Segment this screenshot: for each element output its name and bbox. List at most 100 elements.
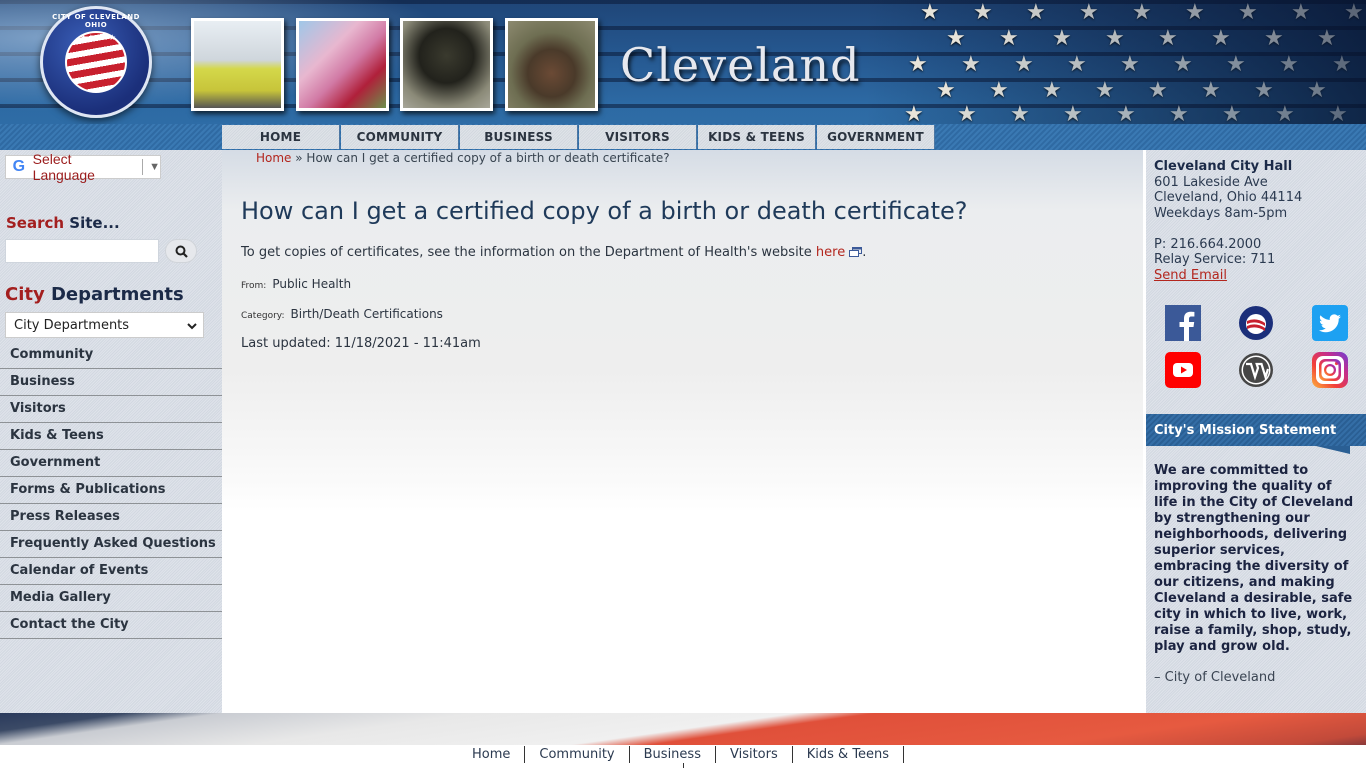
footer-link-home[interactable]: Home bbox=[458, 746, 526, 763]
search-button[interactable] bbox=[165, 239, 197, 263]
last-updated: Last updated: 11/18/2021 - 11:41am bbox=[241, 336, 481, 351]
star-icon: ★ bbox=[908, 52, 928, 77]
star-icon: ★ bbox=[1226, 52, 1246, 77]
seal-stars: ★★★★★ bbox=[80, 33, 116, 42]
star-icon: ★ bbox=[1317, 26, 1337, 51]
footer-divider bbox=[683, 763, 684, 768]
top-nav-visitors[interactable]: VISITORS bbox=[579, 125, 697, 149]
contact-spacer bbox=[1154, 221, 1302, 237]
from-label: From: bbox=[241, 281, 267, 291]
header-stars: ★ ★ ★ ★ ★ ★ ★ ★ ★ ★ ★ ★ ★ ★ ★ ★ ★ ★ ★ ★ ★ ★ ★ ★ ★ ★ ★ ★ ★ ★ ★ ★ ★ ★ ★ ★ ★ ★ ★ ★… bbox=[900, 0, 1366, 127]
contact-block: Cleveland City Hall 601 Lakeside Ave Cle… bbox=[1154, 159, 1302, 283]
star-icon: ★ bbox=[999, 26, 1019, 51]
sidebar-item-community[interactable]: Community bbox=[0, 342, 222, 369]
footer-link-community[interactable]: Community bbox=[525, 746, 630, 763]
star-icon: ★ bbox=[1026, 0, 1046, 25]
star-icon: ★ bbox=[1014, 52, 1034, 77]
sidebar-item-faq[interactable]: Frequently Asked Questions bbox=[0, 531, 222, 558]
star-icon: ★ bbox=[1238, 0, 1258, 25]
search-icon bbox=[175, 245, 188, 258]
sidebar-item-kids-teens[interactable]: Kids & Teens bbox=[0, 423, 222, 450]
page-title: How can I get a certified copy of a birt… bbox=[241, 197, 968, 225]
google-icon: G bbox=[12, 158, 26, 175]
sidebar-item-government[interactable]: Government bbox=[0, 450, 222, 477]
language-selector[interactable]: G Select Language ▼ bbox=[5, 151, 161, 183]
footer-link-visitors[interactable]: Visitors bbox=[716, 746, 793, 763]
health-website-link[interactable]: here bbox=[816, 245, 845, 260]
wordpress-icon[interactable] bbox=[1238, 352, 1274, 388]
youtube-icon[interactable] bbox=[1165, 352, 1201, 388]
sidebar-nav: Community Business Visitors Kids & Teens… bbox=[0, 342, 222, 639]
star-icon: ★ bbox=[1052, 26, 1072, 51]
top-nav-business[interactable]: BUSINESS bbox=[460, 125, 578, 149]
star-icon: ★ bbox=[946, 26, 966, 51]
sidebar-item-media-gallery[interactable]: Media Gallery bbox=[0, 585, 222, 612]
top-nav-home[interactable]: HOME bbox=[222, 125, 340, 149]
star-icon: ★ bbox=[1185, 0, 1205, 25]
sidebar-item-calendar[interactable]: Calendar of Events bbox=[0, 558, 222, 585]
contact-address-1: 601 Lakeside Ave bbox=[1154, 174, 1268, 190]
seal-text: CITY OF CLEVELAND OHIO bbox=[52, 13, 140, 29]
top-nav-community[interactable]: COMMUNITY bbox=[341, 125, 459, 149]
site-header: ★ ★ ★ ★ ★ ★ ★ ★ ★ ★ ★ ★ ★ ★ ★ ★ ★ ★ ★ ★ ★ ★ ★ ★ ★ ★ ★ ★ ★ ★ ★ ★ ★ ★ ★ ★ ★ ★ ★ ★… bbox=[0, 0, 1366, 150]
sidebar-item-press-releases[interactable]: Press Releases bbox=[0, 504, 222, 531]
search-heading-accent: Search bbox=[6, 214, 65, 232]
star-icon: ★ bbox=[1264, 26, 1284, 51]
star-icon: ★ bbox=[989, 78, 1009, 103]
language-divider bbox=[142, 159, 144, 175]
firefighter-ladder-photo bbox=[400, 18, 493, 111]
breadcrumb-home-link[interactable]: Home bbox=[256, 151, 291, 165]
star-icon: ★ bbox=[961, 52, 981, 77]
sidebar-item-forms-publications[interactable]: Forms & Publications bbox=[0, 477, 222, 504]
top-nav-kids-teens[interactable]: KIDS & TEENS bbox=[698, 125, 816, 149]
star-icon: ★ bbox=[1063, 102, 1083, 127]
site-title[interactable]: Cleveland bbox=[620, 38, 861, 92]
star-icon: ★ bbox=[1010, 102, 1030, 127]
answer-text: To get copies of certificates, see the i… bbox=[241, 245, 866, 260]
star-icon: ★ bbox=[1120, 52, 1140, 77]
contact-phone: P: 216.664.2000 bbox=[1154, 236, 1262, 252]
city-seal-logo[interactable]: CITY OF CLEVELAND OHIO ★★★★★ bbox=[40, 6, 152, 118]
star-icon: ★ bbox=[1169, 102, 1189, 127]
firefighter-portrait-photo bbox=[505, 18, 598, 111]
dropdown-arrow-icon: ▼ bbox=[149, 161, 160, 173]
star-icon: ★ bbox=[1279, 52, 1299, 77]
sidebar-item-visitors[interactable]: Visitors bbox=[0, 396, 222, 423]
footer-flag-banner bbox=[0, 713, 1366, 745]
star-icon: ★ bbox=[1291, 0, 1311, 25]
chevron-down-icon bbox=[187, 323, 197, 330]
contact-name: Cleveland City Hall bbox=[1154, 159, 1293, 174]
instagram-icon[interactable] bbox=[1312, 352, 1348, 388]
city-seal-icon[interactable] bbox=[1238, 305, 1274, 341]
search-heading-rest: Site... bbox=[64, 214, 120, 232]
facebook-icon[interactable] bbox=[1165, 305, 1201, 341]
star-icon: ★ bbox=[1254, 78, 1274, 103]
external-link-icon[interactable] bbox=[849, 247, 863, 257]
star-icon: ★ bbox=[973, 0, 993, 25]
top-nav: HOME COMMUNITY BUSINESS VISITORS KIDS & … bbox=[222, 125, 936, 149]
search-heading: Search Site... bbox=[6, 214, 120, 232]
star-icon: ★ bbox=[1158, 26, 1178, 51]
departments-select[interactable]: City Departments bbox=[5, 312, 204, 338]
twitter-icon[interactable] bbox=[1312, 305, 1348, 341]
language-label: Select Language bbox=[32, 151, 95, 183]
contact-relay: Relay Service: 711 bbox=[1154, 252, 1276, 267]
departments-heading: City Departments bbox=[5, 284, 184, 305]
footer-link-business[interactable]: Business bbox=[630, 746, 716, 763]
star-icon: ★ bbox=[936, 78, 956, 103]
sidebar-item-business[interactable]: Business bbox=[0, 369, 222, 396]
left-sidebar: G Select Language ▼ Search Site... City … bbox=[0, 150, 222, 713]
contact-address-2: Cleveland, Ohio 44114 bbox=[1154, 190, 1303, 205]
star-icon: ★ bbox=[1116, 102, 1136, 127]
from-value: Public Health bbox=[272, 277, 352, 291]
top-nav-government[interactable]: GOVERNMENT bbox=[817, 125, 935, 149]
send-email-link[interactable]: Send Email bbox=[1154, 268, 1227, 283]
search-input[interactable] bbox=[5, 239, 159, 263]
star-icon: ★ bbox=[1173, 52, 1193, 77]
footer-link-kids-teens[interactable]: Kids & Teens bbox=[793, 746, 905, 763]
star-icon: ★ bbox=[1275, 102, 1295, 127]
category-row: Category: Birth/Death Certifications bbox=[241, 307, 443, 321]
star-icon: ★ bbox=[1148, 78, 1168, 103]
sidebar-item-contact[interactable]: Contact the City bbox=[0, 612, 222, 639]
mission-heading: City's Mission Statement bbox=[1146, 414, 1366, 446]
